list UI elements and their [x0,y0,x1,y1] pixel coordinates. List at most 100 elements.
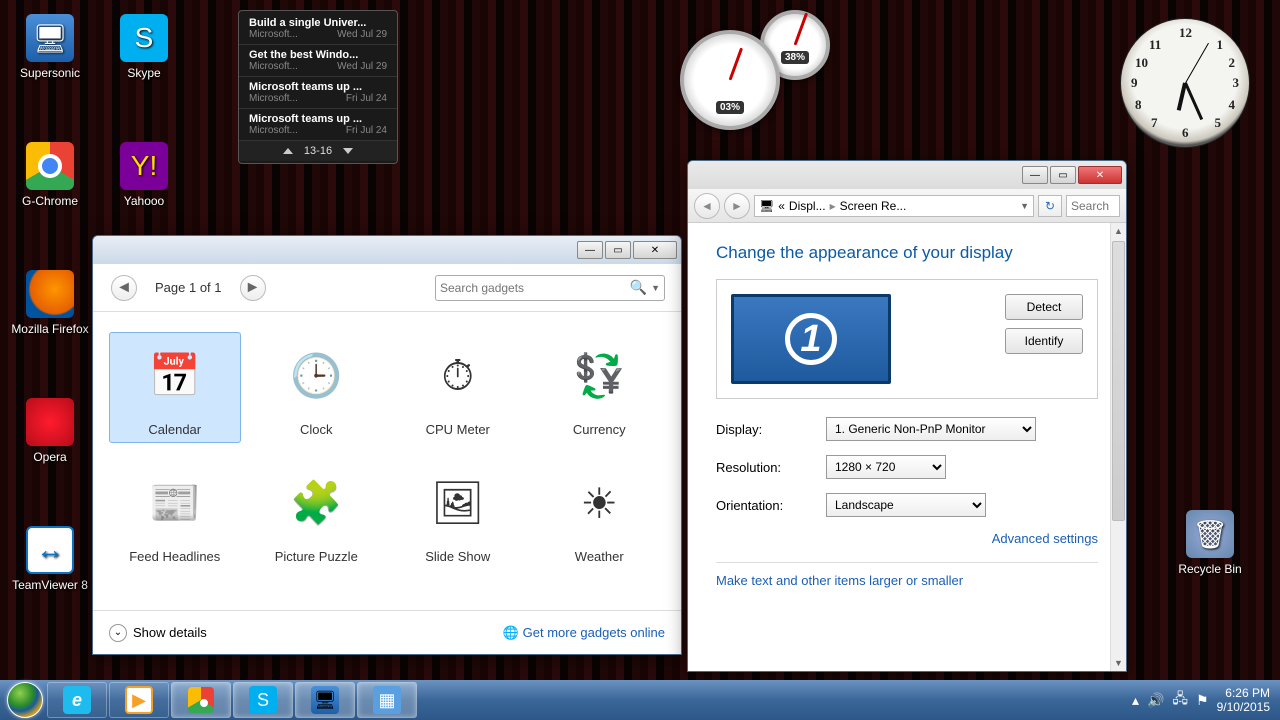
task-ie[interactable]: e [47,682,107,718]
icon-label: G-Chrome [10,194,90,208]
display-label: Display: [716,422,826,437]
clock-tray[interactable]: 6:26 PM 9/10/2015 [1217,686,1270,715]
get-more-gadgets-link[interactable]: 🌐 Get more gadgets online [502,625,665,641]
advanced-settings-link[interactable]: Advanced settings [716,531,1098,546]
task-display[interactable]: 🖥 [295,682,355,718]
chrome-icon [188,687,214,713]
feed-prev-icon[interactable] [283,148,293,154]
maximize-button[interactable]: ▭ [605,241,631,259]
feed-item[interactable]: Get the best Windo... Microsoft...Wed Ju… [239,45,397,77]
skype-icon: S [249,686,277,714]
minimize-button[interactable]: — [577,241,603,259]
address-dropdown-icon[interactable]: ▼ [1020,201,1029,211]
task-chrome[interactable] [171,682,231,718]
minute-hand [1184,82,1203,120]
page-prev-button[interactable]: ◄ [111,275,137,301]
slideshow-icon: 🖼 [418,465,498,541]
task-gadgets[interactable]: ▦ [357,682,417,718]
desktop-icon-firefox[interactable]: Mozilla Firefox [10,270,90,336]
icon-label: Opera [10,450,90,464]
gadget-currency[interactable]: 💱 Currency [534,332,666,443]
close-button[interactable]: ✕ [633,241,677,259]
search-icon[interactable]: 🔍 [630,279,647,296]
volume-icon[interactable]: 🔊 [1147,692,1164,709]
search-input[interactable] [1066,195,1120,217]
monitor-thumbnail[interactable]: 1 [731,294,891,384]
titlebar[interactable]: — ▭ ✕ [93,236,681,264]
task-wmp[interactable]: ▶ [109,682,169,718]
flag-icon[interactable]: ⚑ [1196,692,1209,709]
feed-headlines-gadget[interactable]: Build a single Univer... Microsoft...Wed… [238,10,398,164]
desktop-icon-opera[interactable]: Opera [10,398,90,464]
search-box[interactable]: 🔍 ▼ [435,275,665,301]
desktop-icon-teamviewer[interactable]: ↔ TeamViewer 8 [10,526,90,592]
gadget-weather[interactable]: ☀ Weather [534,459,666,570]
titlebar[interactable]: — ▭ ✕ [688,161,1126,189]
desktop-icon-yahoo[interactable]: Y! Yahooo [104,142,184,208]
refresh-button[interactable]: ↻ [1038,195,1062,217]
weather-icon: ☀ [559,465,639,541]
vertical-scrollbar[interactable]: ▲ ▼ [1110,223,1126,671]
gadget-clock[interactable]: 🕒 Clock [251,332,383,443]
start-button[interactable] [4,681,46,719]
scroll-down-icon[interactable]: ▼ [1111,655,1126,671]
close-button[interactable]: ✕ [1078,166,1122,184]
desktop-icon-skype[interactable]: S Skype [104,14,184,80]
feed-icon: 📰 [135,465,215,541]
orientation-select[interactable]: Landscape [826,493,986,517]
back-button[interactable]: ◄ [694,193,720,219]
search-dropdown-icon[interactable]: ▼ [651,283,660,293]
globe-icon: 🌐 [502,625,518,641]
calendar-icon: 📅 [135,338,215,414]
feed-next-icon[interactable] [343,148,353,154]
make-text-larger-link[interactable]: Make text and other items larger or smal… [716,573,1098,588]
feed-item[interactable]: Microsoft teams up ... Microsoft...Fri J… [239,77,397,109]
feed-item[interactable]: Microsoft teams up ... Microsoft...Fri J… [239,109,397,141]
desktop-icon-chrome[interactable]: G-Chrome [10,142,90,208]
address-bar[interactable]: 🖥 « Displ... ▸ Screen Re... ▼ [754,195,1034,217]
feed-nav: 13-16 [239,141,397,161]
minimize-button[interactable]: — [1022,166,1048,184]
firefox-icon [26,270,74,318]
scroll-thumb[interactable] [1112,241,1125,521]
desktop-icon-recyclebin[interactable]: 🗑 Recycle Bin [1170,510,1250,576]
desktop-icon-supersonic[interactable]: 🖥 Supersonic [10,14,90,80]
orientation-label: Orientation: [716,498,826,513]
network-icon[interactable]: 🖧 [1172,688,1188,712]
puzzle-icon: 🧩 [276,465,356,541]
icon-label: TeamViewer 8 [10,578,90,592]
gadget-puzzle[interactable]: 🧩 Picture Puzzle [251,459,383,570]
icon-label: Supersonic [10,66,90,80]
gadget-feed[interactable]: 📰 Feed Headlines [109,459,241,570]
feed-range: 13-16 [304,145,332,157]
icon-label: Mozilla Firefox [10,322,90,336]
icon-label: Yahooo [104,194,184,208]
show-details-toggle[interactable]: ⌄ Show details [109,624,207,642]
windows-logo-icon [7,682,43,718]
gadget-calendar[interactable]: 📅 Calendar [109,332,241,443]
system-tray: ▴ 🔊 🖧 ⚑ 6:26 PM 9/10/2015 [1132,686,1276,715]
maximize-button[interactable]: ▭ [1050,166,1076,184]
resolution-select[interactable]: 1280 × 720 [826,455,946,479]
gadgets-window: — ▭ ✕ ◄ Page 1 of 1 ► 🔍 ▼ 📅 Calendar 🕒 C… [92,235,682,655]
feed-item[interactable]: Build a single Univer... Microsoft...Wed… [239,13,397,45]
resolution-label: Resolution: [716,460,826,475]
currency-icon: 💱 [559,338,639,414]
page-heading: Change the appearance of your display [716,243,1098,263]
taskbar: e ▶ S 🖥 ▦ ▴ 🔊 🖧 ⚑ 6:26 PM 9/10/2015 [0,680,1280,720]
clock-gadget[interactable]: 12 3 6 9 1 2 4 5 7 8 10 11 [1120,18,1250,148]
skype-icon: S [120,14,168,62]
detect-button[interactable]: Detect [1005,294,1083,320]
display-select[interactable]: 1. Generic Non-PnP Monitor [826,417,1036,441]
search-input[interactable] [440,281,630,295]
identify-button[interactable]: Identify [1005,328,1083,354]
gadget-cpumeter[interactable]: ⏱ CPU Meter [392,332,524,443]
scroll-up-icon[interactable]: ▲ [1111,223,1126,239]
gadget-slideshow[interactable]: 🖼 Slide Show [392,459,524,570]
page-next-button[interactable]: ► [240,275,266,301]
control-panel-icon: 🖥 [759,199,774,213]
task-skype[interactable]: S [233,682,293,718]
cpu-meter-gadget[interactable]: 38% 03% [680,10,850,130]
forward-button[interactable]: ► [724,193,750,219]
tray-up-icon[interactable]: ▴ [1132,692,1139,709]
